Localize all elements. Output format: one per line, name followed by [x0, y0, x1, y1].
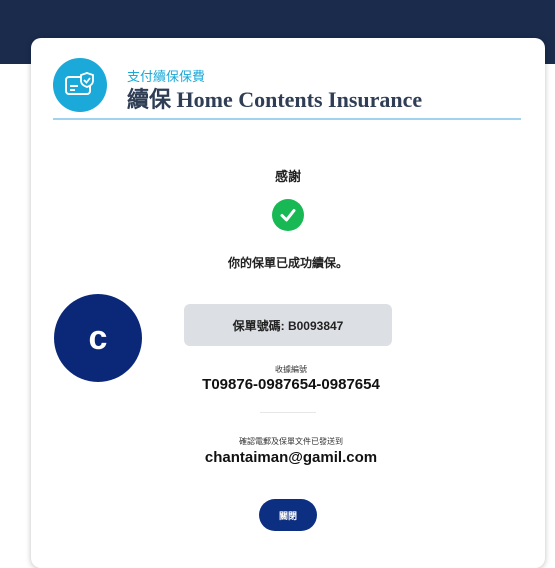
close-button[interactable]: 關閉: [259, 499, 317, 531]
policy-number-badge: 保單號碼: B0093847: [184, 304, 392, 346]
page-title: 續保 Home Contents Insurance: [127, 87, 423, 112]
section-divider: [260, 412, 316, 413]
receipt-number-label: 收據編號: [275, 365, 307, 374]
thanks-heading: 感謝: [274, 169, 301, 184]
avatar: c: [54, 294, 142, 382]
receipt-number: T09876-0987654-0987654: [202, 376, 380, 393]
success-message: 你的保單已成功續保。: [227, 256, 348, 270]
email-address: chantaiman@gamil.com: [204, 449, 378, 466]
email-sent-label: 確認電郵及保單文件已發送到: [239, 437, 343, 446]
check-circle-icon: [272, 199, 304, 231]
header-divider: [53, 118, 521, 120]
card-check-icon: [53, 58, 107, 112]
